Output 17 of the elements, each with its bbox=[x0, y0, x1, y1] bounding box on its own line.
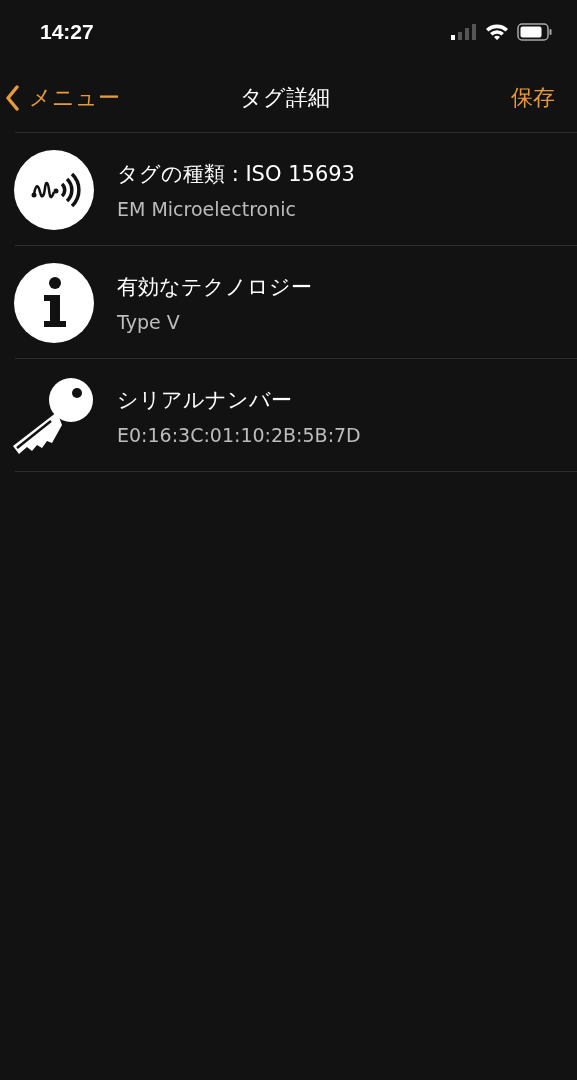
row-title: タグの種類 : ISO 15693 bbox=[117, 160, 355, 188]
chevron-left-icon bbox=[5, 85, 19, 111]
info-icon bbox=[14, 262, 94, 343]
row-value: E0:16:3C:01:10:2B:5B:7D bbox=[117, 423, 361, 446]
back-button[interactable]: メニュー bbox=[5, 83, 120, 113]
save-button[interactable]: 保存 bbox=[511, 83, 555, 113]
row-title: 有効なテクノロジー bbox=[117, 273, 312, 301]
signal-wave-icon bbox=[14, 149, 94, 230]
row-value: EM Microelectronic bbox=[117, 197, 297, 220]
nav-title: タグ詳細 bbox=[240, 84, 330, 112]
battery-icon bbox=[517, 23, 553, 41]
row-title: シリアルナンバー bbox=[117, 386, 293, 414]
key-icon bbox=[13, 375, 95, 456]
status-time: 14:27 bbox=[40, 20, 94, 44]
signal-icon bbox=[451, 24, 477, 40]
wifi-icon bbox=[485, 23, 509, 41]
row-value: Type V bbox=[117, 310, 181, 333]
